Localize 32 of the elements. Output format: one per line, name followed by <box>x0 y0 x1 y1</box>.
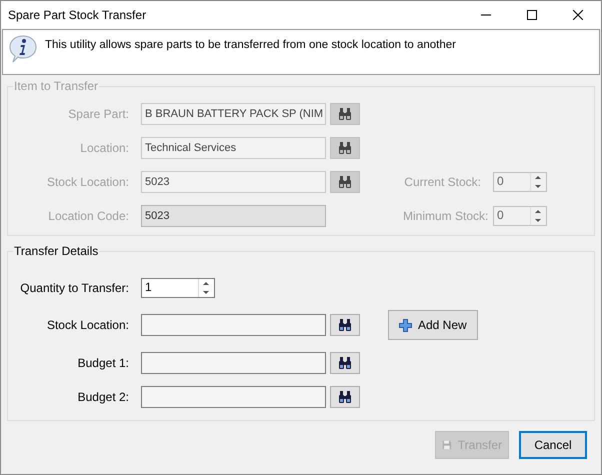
field-label: Current Stock: <box>403 175 482 189</box>
field-label: Spare Part: <box>67 107 130 121</box>
cancel-button[interactable]: Cancel <box>519 431 587 459</box>
field-label: Location Code: <box>47 209 130 223</box>
binoculars-icon <box>338 175 352 189</box>
add-new-button[interactable]: Add New <box>388 310 478 340</box>
binoculars-icon <box>338 390 352 404</box>
field-label: Location: <box>79 141 130 155</box>
field-label: Stock Location: <box>46 175 130 189</box>
field-label: Stock Location: <box>46 318 130 332</box>
field-label: Budget 1: <box>76 356 130 370</box>
window-title: Spare Part Stock Transfer <box>7 8 148 22</box>
field-label: Minimum Stock: <box>403 209 490 223</box>
field-label: Quantity to Transfer: <box>19 281 130 295</box>
plus-icon <box>399 318 412 332</box>
field-label: Budget 2: <box>76 390 130 404</box>
binoculars-icon <box>338 356 352 370</box>
group-title: Transfer Details <box>13 244 100 258</box>
info-icon <box>9 34 37 64</box>
group-title: Item to Transfer <box>13 79 100 93</box>
text-field[interactable] <box>141 352 326 374</box>
info-message: This utility allows spare parts to be transferred from one stock location to another <box>45 38 456 51</box>
lookup-button[interactable] <box>330 352 360 374</box>
binoculars-icon <box>338 107 352 121</box>
save-icon <box>442 438 452 452</box>
text-field[interactable] <box>141 314 326 336</box>
binoculars-icon <box>338 318 352 332</box>
lookup-button[interactable] <box>330 314 360 336</box>
quantity-field[interactable]: 1 <box>141 278 215 298</box>
lookup-button[interactable] <box>330 386 360 408</box>
text-field[interactable] <box>141 386 326 408</box>
binoculars-icon <box>338 141 352 155</box>
